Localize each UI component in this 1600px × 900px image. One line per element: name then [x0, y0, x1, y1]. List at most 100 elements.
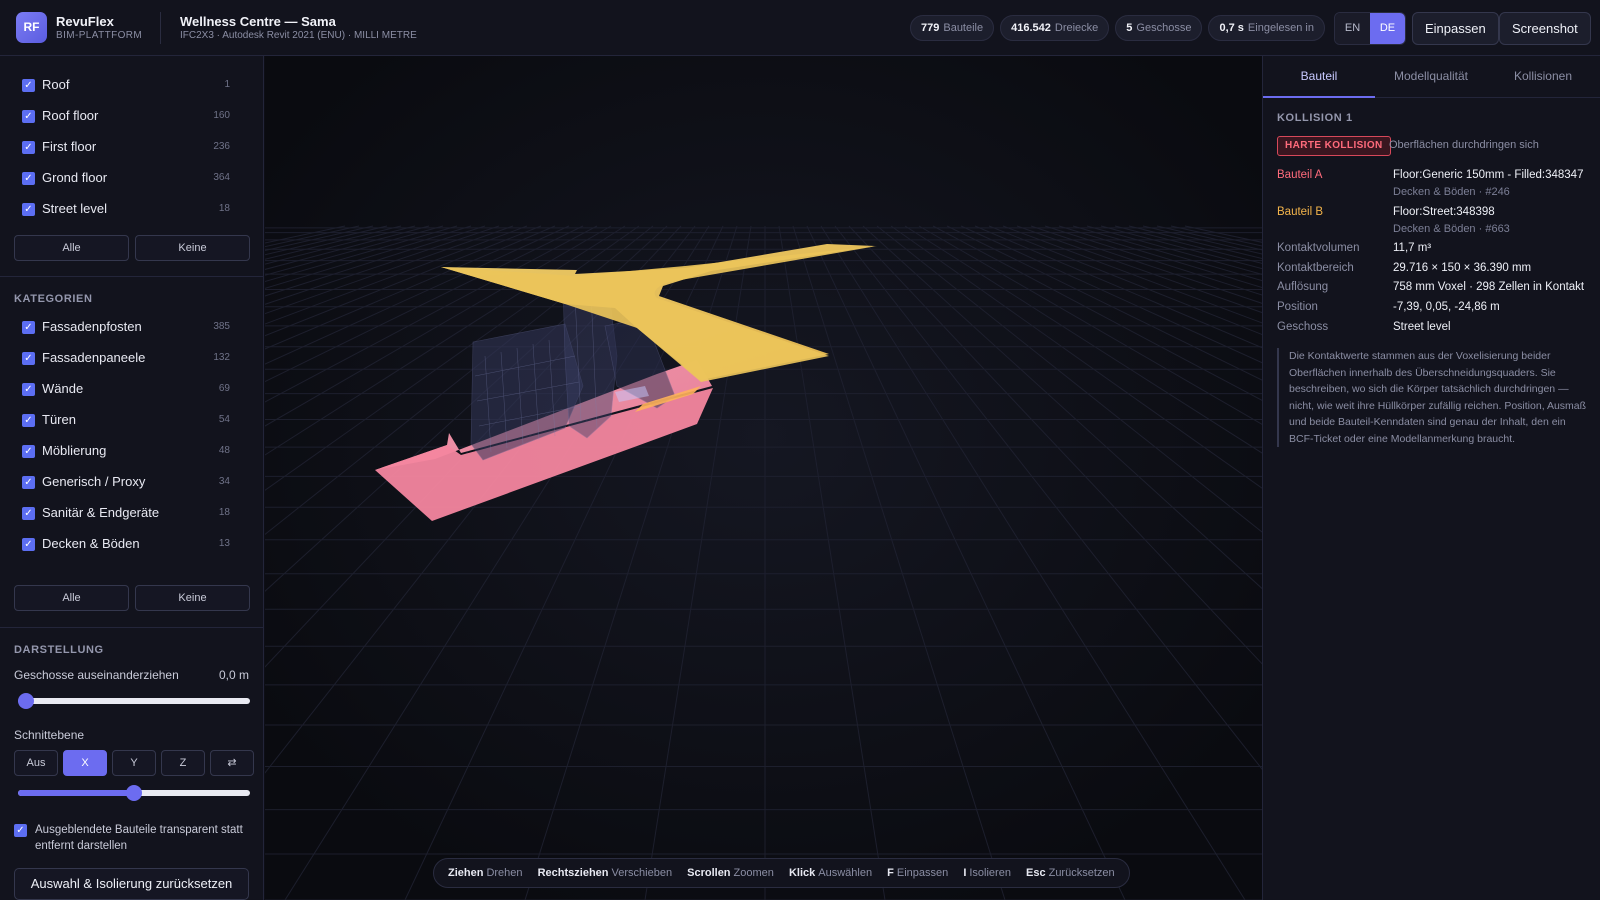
- tab-collisions[interactable]: Kollisionen: [1487, 56, 1599, 98]
- project-title: Wellness Centre — Sama: [180, 14, 336, 29]
- 3d-viewport[interactable]: Ziehen Drehen Rechtsziehen Verschieben Scr…: [265, 56, 1262, 900]
- category-item[interactable]: ✓ Generisch / Proxy 34: [22, 473, 252, 493]
- app-logo: RF: [16, 12, 47, 43]
- checkbox-checked-icon[interactable]: ✓: [22, 414, 35, 427]
- part-a-label: Bauteil A: [1277, 169, 1323, 181]
- storey-item[interactable]: ✓ Roof floor 160: [22, 107, 252, 127]
- part-a-name[interactable]: Floor:Generic 150mm - Filled:348347: [1393, 169, 1593, 181]
- checkbox-checked-icon[interactable]: ✓: [22, 79, 35, 92]
- hint-item: Scrollen Zoomen: [687, 867, 774, 879]
- section-y-button[interactable]: Y: [112, 750, 156, 776]
- position-label: Position: [1277, 301, 1318, 313]
- tab-component[interactable]: Bauteil: [1263, 56, 1375, 98]
- contact-volume-value: 11,7 m³: [1393, 242, 1432, 254]
- category-item[interactable]: ✓ Möblierung 48: [22, 442, 252, 462]
- tab-model-quality[interactable]: Modellqualität: [1375, 56, 1487, 98]
- explode-slider[interactable]: [18, 693, 250, 709]
- hint-item: Klick Auswählen: [788, 867, 873, 879]
- checkbox-checked-icon[interactable]: ✓: [22, 321, 35, 334]
- section-plane-options: Aus X Y Z ⇄: [14, 750, 254, 776]
- language-switch: EN DE: [1334, 12, 1406, 45]
- lang-en-button[interactable]: EN: [1335, 13, 1370, 44]
- checkbox-checked-icon[interactable]: ✓: [22, 538, 35, 551]
- storey-value: Street level: [1393, 321, 1451, 333]
- slider-fill: [18, 790, 134, 796]
- slider-thumb[interactable]: [126, 785, 142, 801]
- hint-item: Rechtsziehen Verschieben: [537, 867, 673, 879]
- checkbox-checked-icon[interactable]: ✓: [22, 352, 35, 365]
- collision-description: Oberflächen durchdringen sich: [1389, 139, 1539, 151]
- stat-load-time: 0,7 s Eingelesen in: [1208, 15, 1325, 41]
- storeys-none-button[interactable]: Keine: [135, 235, 250, 261]
- checkbox-checked-icon[interactable]: ✓: [22, 172, 35, 185]
- model-canvas[interactable]: [265, 56, 1262, 900]
- storey-item[interactable]: ✓ Street level 18: [22, 200, 252, 220]
- stat-components: 779 Bauteile: [910, 15, 995, 41]
- checkbox-checked-icon[interactable]: ✓: [22, 507, 35, 520]
- storey-item[interactable]: ✓ First floor 236: [22, 138, 252, 158]
- checkbox-checked-icon[interactable]: ✓: [22, 445, 35, 458]
- category-item[interactable]: ✓ Sanitär & Endgeräte 18: [22, 504, 252, 524]
- category-item[interactable]: ✓ Decken & Böden 13: [22, 535, 252, 555]
- hint-item: Ziehen Drehen: [448, 867, 523, 879]
- checkbox-checked-icon[interactable]: ✓: [14, 824, 27, 837]
- position-value: -7,39, 0,05, -24,86 m: [1393, 301, 1500, 313]
- part-b-label: Bauteil B: [1277, 206, 1324, 218]
- section-z-button[interactable]: Z: [161, 750, 205, 776]
- checkbox-checked-icon[interactable]: ✓: [22, 141, 35, 154]
- storeys-all-button[interactable]: Alle: [14, 235, 129, 261]
- explode-label: Geschosse auseinanderziehen: [14, 668, 179, 682]
- section-plane-slider[interactable]: [18, 785, 250, 801]
- category-item[interactable]: ✓ Türen 54: [22, 411, 252, 431]
- hint-item: Esc Zurücksetzen: [1026, 867, 1115, 879]
- storey-label: Geschoss: [1277, 321, 1329, 333]
- app-header: RF RevuFlex BIM-PLATTFORM Wellness Centr…: [0, 0, 1600, 56]
- inspector-panel: Bauteil Modellqualität Kollisionen KOLLI…: [1262, 56, 1600, 900]
- part-a-category: Decken & Böden · #246: [1393, 186, 1510, 198]
- checkbox-checked-icon[interactable]: ✓: [22, 383, 35, 396]
- checkbox-checked-icon[interactable]: ✓: [22, 476, 35, 489]
- checkbox-checked-icon[interactable]: ✓: [22, 203, 35, 216]
- section-x-button[interactable]: X: [63, 750, 107, 776]
- inspector-tabs: Bauteil Modellqualität Kollisionen: [1263, 56, 1600, 98]
- section-flip-button[interactable]: ⇄: [210, 750, 254, 776]
- categories-all-button[interactable]: Alle: [14, 585, 129, 611]
- hard-collision-badge: HARTE KOLLISION: [1277, 136, 1391, 156]
- model-stats: 779 Bauteile 416.542 Dreiecke 5 Geschosse 0…: [910, 15, 1325, 41]
- brand-name: RevuFlex: [56, 14, 114, 29]
- category-item[interactable]: ✓ Wände 69: [22, 380, 252, 400]
- contact-area-value: 29.716 × 150 × 36.390 mm: [1393, 262, 1532, 274]
- categories-none-button[interactable]: Keine: [135, 585, 250, 611]
- section-off-button[interactable]: Aus: [14, 750, 58, 776]
- resolution-label: Auflösung: [1277, 281, 1329, 293]
- hint-item: I Isolieren: [963, 867, 1011, 879]
- storey-item[interactable]: ✓ Grond floor 364: [22, 169, 252, 189]
- brand-subtitle: BIM-PLATTFORM: [56, 30, 143, 41]
- section-divider: [0, 627, 263, 628]
- lang-de-button[interactable]: DE: [1370, 13, 1405, 44]
- part-b-name[interactable]: Floor:Street:348398: [1393, 206, 1593, 218]
- transparent-hidden-option[interactable]: ✓ Ausgeblendete Bauteile transparent sta…: [14, 822, 254, 854]
- checkbox-checked-icon[interactable]: ✓: [22, 110, 35, 123]
- fit-button[interactable]: Einpassen: [1412, 12, 1499, 45]
- categories-heading: KATEGORIEN: [14, 293, 93, 305]
- section-divider: [0, 276, 263, 277]
- slider-thumb[interactable]: [18, 693, 34, 709]
- screenshot-button[interactable]: Screenshot: [1499, 12, 1591, 45]
- category-item[interactable]: ✓ Fassadenpaneele 132: [22, 349, 252, 369]
- explode-value: 0,0 m: [218, 668, 249, 682]
- display-heading: DARSTELLUNG: [14, 644, 104, 656]
- header-divider: [160, 12, 161, 44]
- left-sidebar: ✓ Roof 1 ✓ Roof floor 160 ✓ First floor …: [0, 56, 264, 900]
- part-b-category: Decken & Böden · #663: [1393, 223, 1510, 235]
- stat-storeys: 5 Geschosse: [1115, 15, 1203, 41]
- collision-note: Die Kontaktwerte stammen aus der Voxelis…: [1277, 348, 1593, 447]
- resolution-value: 758 mm Voxel · 298 Zellen in Kontakt: [1393, 281, 1585, 293]
- hint-item: F Einpassen: [887, 867, 949, 879]
- category-item[interactable]: ✓ Fassadenpfosten 385: [22, 318, 252, 338]
- project-subtitle: IFC2X3 · Autodesk Revit 2021 (ENU) · MIL…: [180, 30, 417, 41]
- storey-item[interactable]: ✓ Roof 1: [22, 76, 252, 96]
- stat-triangles: 416.542 Dreiecke: [1000, 15, 1110, 41]
- reset-selection-button[interactable]: Auswahl & Isolierung zurücksetzen: [14, 868, 249, 900]
- contact-area-label: Kontaktbereich: [1277, 262, 1354, 274]
